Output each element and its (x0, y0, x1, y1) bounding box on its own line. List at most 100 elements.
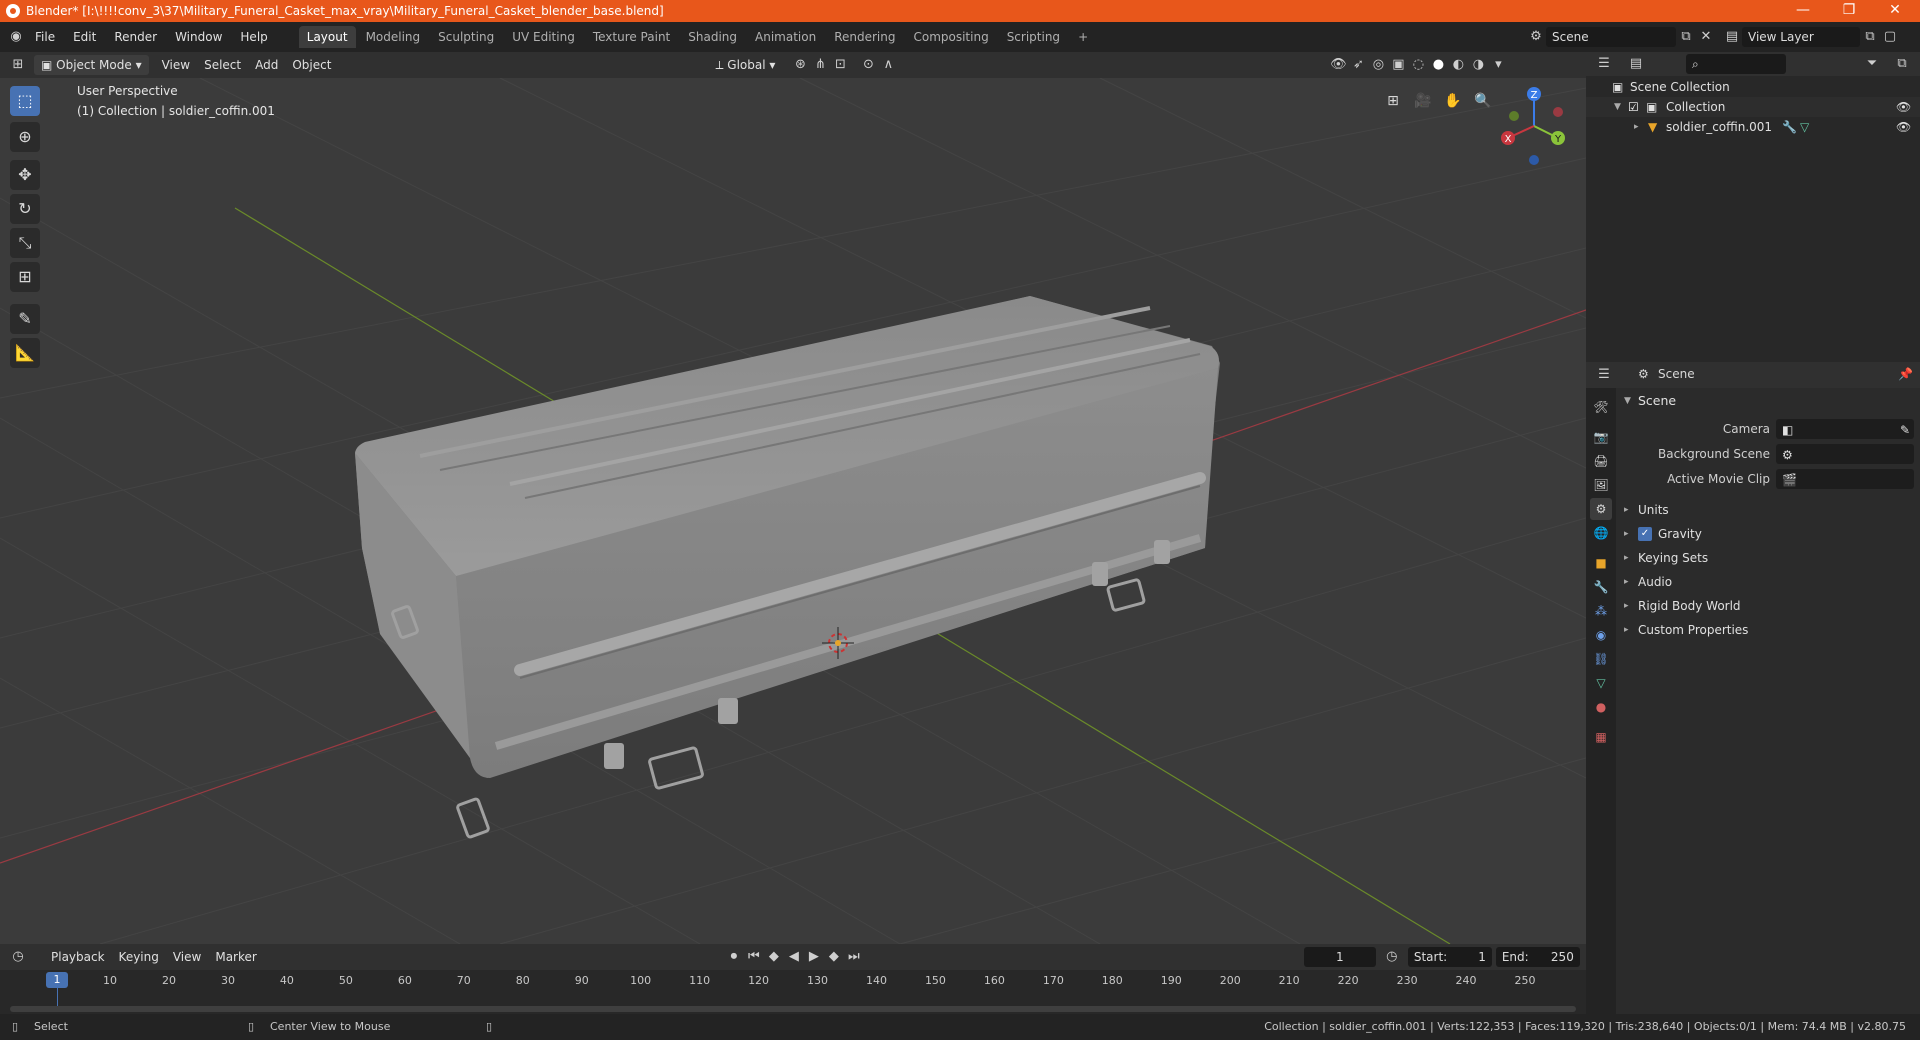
record-icon[interactable]: ⏺ (724, 947, 744, 967)
jump-prev-keyframe-icon[interactable]: ◆ (764, 947, 784, 967)
outliner-search-input[interactable]: ⌕ (1686, 54, 1786, 74)
timeline-tick[interactable]: 20 (162, 974, 176, 987)
timeline-tick[interactable]: 180 (1102, 974, 1123, 987)
shading-options-icon[interactable]: ▾ (1488, 55, 1508, 75)
jump-end-icon[interactable]: ⏭ (844, 947, 864, 967)
scale-tool[interactable]: ⤡ (10, 228, 40, 258)
scene-panel-expand-icon[interactable]: ▼ (1624, 390, 1636, 412)
timeline-scrollbar[interactable] (10, 1006, 1576, 1012)
timeline-ruler[interactable]: 1 10 20 30 40 50 60 70 80 90 100 110 120 130 140 150 160… (0, 970, 1586, 994)
object-data-tab-icon[interactable]: ▽ (1590, 672, 1612, 694)
falloff-icon[interactable]: ∧ (878, 55, 898, 75)
view-layer-tab-icon[interactable]: 🖼 (1590, 474, 1612, 496)
tab-compositing[interactable]: Compositing (905, 26, 996, 48)
play-reverse-icon[interactable]: ◀ (784, 947, 804, 967)
custom-properties-expand-icon[interactable]: ▸ (1624, 619, 1636, 641)
timeline-tick[interactable]: 230 (1397, 974, 1418, 987)
outliner-row-object[interactable]: ▸ ▼ soldier_coffin.001 🔧 ▽ 👁 (1586, 117, 1920, 137)
view-layer-selector[interactable]: View Layer (1742, 27, 1860, 47)
timeline-tick[interactable]: 90 (575, 974, 589, 987)
menu-help[interactable]: Help (231, 22, 276, 52)
collection-checkbox-icon[interactable]: ☑ (1628, 97, 1639, 117)
timeline-tick[interactable]: 160 (984, 974, 1005, 987)
rendered-shading-icon[interactable]: ◑ (1468, 55, 1488, 75)
outliner-row-scene-collection[interactable]: ▣ Scene Collection (1586, 77, 1920, 97)
editor-type-icon[interactable]: ⊞ (8, 55, 28, 75)
select-box-tool[interactable]: ⬚ (10, 86, 40, 116)
annotate-tool[interactable]: ✎ (10, 304, 40, 334)
timeline-tick[interactable]: 150 (925, 974, 946, 987)
current-frame-field[interactable]: 1 (1303, 947, 1376, 967)
timeline-tick[interactable]: 210 (1279, 974, 1300, 987)
material-tab-icon[interactable]: ● (1590, 696, 1612, 718)
modifier-icon[interactable]: 🔧 (1782, 117, 1797, 137)
timeline-tick[interactable]: 40 (280, 974, 294, 987)
jump-next-keyframe-icon[interactable]: ◆ (824, 947, 844, 967)
preview-range-icon[interactable]: ◷ (1382, 947, 1402, 967)
transform-orientation-dropdown[interactable]: ⟂ Global ▾ (708, 55, 782, 75)
tab-sculpting[interactable]: Sculpting (430, 26, 502, 48)
measure-tool[interactable]: 📐 (10, 338, 40, 368)
gravity-checkbox[interactable]: ✓ (1638, 527, 1652, 541)
units-panel[interactable]: ▸ Units (1616, 499, 1920, 521)
gizmo-toggle-icon[interactable]: ➶ (1348, 55, 1368, 75)
menu-playback[interactable]: Playback (44, 947, 112, 967)
collection-visibility-icon[interactable]: 👁 (1896, 97, 1911, 117)
timeline-tick[interactable]: 120 (748, 974, 769, 987)
scene-selector[interactable]: Scene (1546, 27, 1676, 47)
expand-collection-icon[interactable]: ▼ (1614, 97, 1626, 117)
toggle-camera-grid-icon[interactable]: ⊞ (1380, 88, 1406, 114)
rigid-body-world-expand-icon[interactable]: ▸ (1624, 595, 1636, 617)
snap-target-icon[interactable]: ⊡ (830, 55, 850, 75)
properties-editor-type-icon[interactable]: ☰ (1594, 365, 1614, 385)
menu-select[interactable]: Select (197, 55, 248, 75)
current-frame-marker[interactable]: 1 (46, 972, 68, 988)
new-collection-icon[interactable]: ⧉ (1892, 54, 1912, 74)
object-visibility-icon[interactable]: 👁 (1896, 117, 1911, 137)
timeline-tick[interactable]: 190 (1161, 974, 1182, 987)
custom-properties-panel[interactable]: ▸ Custom Properties (1616, 619, 1920, 641)
gravity-expand-icon[interactable]: ▸ (1624, 523, 1636, 545)
menu-add[interactable]: Add (248, 55, 285, 75)
overlay-toggle-icon[interactable]: ◎ (1368, 55, 1388, 75)
timeline-tick[interactable]: 250 (1515, 974, 1536, 987)
transform-tool[interactable]: ⊞ (10, 262, 40, 292)
tab-uv-editing[interactable]: UV Editing (504, 26, 583, 48)
outliner-editor-type-icon[interactable]: ☰ (1594, 54, 1614, 74)
timeline-tick[interactable]: 140 (866, 974, 887, 987)
audio-expand-icon[interactable]: ▸ (1624, 571, 1636, 593)
navigation-gizmo[interactable]: Z Y X (1496, 86, 1572, 172)
pan-view-icon[interactable]: ✋ (1440, 88, 1466, 114)
snap-icon[interactable]: ⋔ (810, 55, 830, 75)
maximize-button[interactable]: ❐ (1826, 0, 1872, 22)
jump-start-icon[interactable]: ⏮ (744, 947, 764, 967)
menu-keying[interactable]: Keying (112, 947, 166, 967)
background-scene-field[interactable]: ⚙ (1776, 444, 1914, 464)
expand-object-icon[interactable]: ▸ (1634, 117, 1646, 137)
move-tool[interactable]: ✥ (10, 160, 40, 190)
constraints-tab-icon[interactable]: ⛓ (1590, 648, 1612, 670)
keying-sets-expand-icon[interactable]: ▸ (1624, 547, 1636, 569)
start-frame-field[interactable]: Start: 1 (1407, 947, 1492, 967)
timeline-tick[interactable]: 220 (1338, 974, 1359, 987)
menu-timeline-view[interactable]: View (166, 947, 208, 967)
gravity-panel[interactable]: ▸ ✓ Gravity (1616, 523, 1920, 545)
minimize-button[interactable]: — (1780, 0, 1826, 22)
scene-panel-header[interactable]: ▼ Scene (1616, 390, 1920, 412)
outliner-row-collection[interactable]: ▼ ☑ ▣ Collection 👁 (1586, 97, 1920, 117)
tab-animation[interactable]: Animation (747, 26, 824, 48)
menu-view[interactable]: View (155, 55, 197, 75)
filter-icon[interactable]: ⏷ (1862, 54, 1882, 74)
scene-icon[interactable]: ⚙ (1526, 27, 1546, 47)
delete-scene-icon[interactable]: ✕ (1696, 27, 1716, 47)
timeline-tick[interactable]: 30 (221, 974, 235, 987)
eyedropper-icon[interactable]: ✎ (1900, 419, 1910, 441)
object-tab-icon[interactable]: ■ (1590, 552, 1612, 574)
tab-scripting[interactable]: Scripting (999, 26, 1068, 48)
tab-rendering[interactable]: Rendering (826, 26, 903, 48)
proportional-edit-icon[interactable]: ⊙ (858, 55, 878, 75)
pin-icon[interactable]: 📌 (1898, 367, 1913, 381)
pivot-point-icon[interactable]: ⊛ (790, 55, 810, 75)
modifier-tab-icon[interactable]: 🔧 (1590, 576, 1612, 598)
timeline-tick[interactable]: 130 (807, 974, 828, 987)
